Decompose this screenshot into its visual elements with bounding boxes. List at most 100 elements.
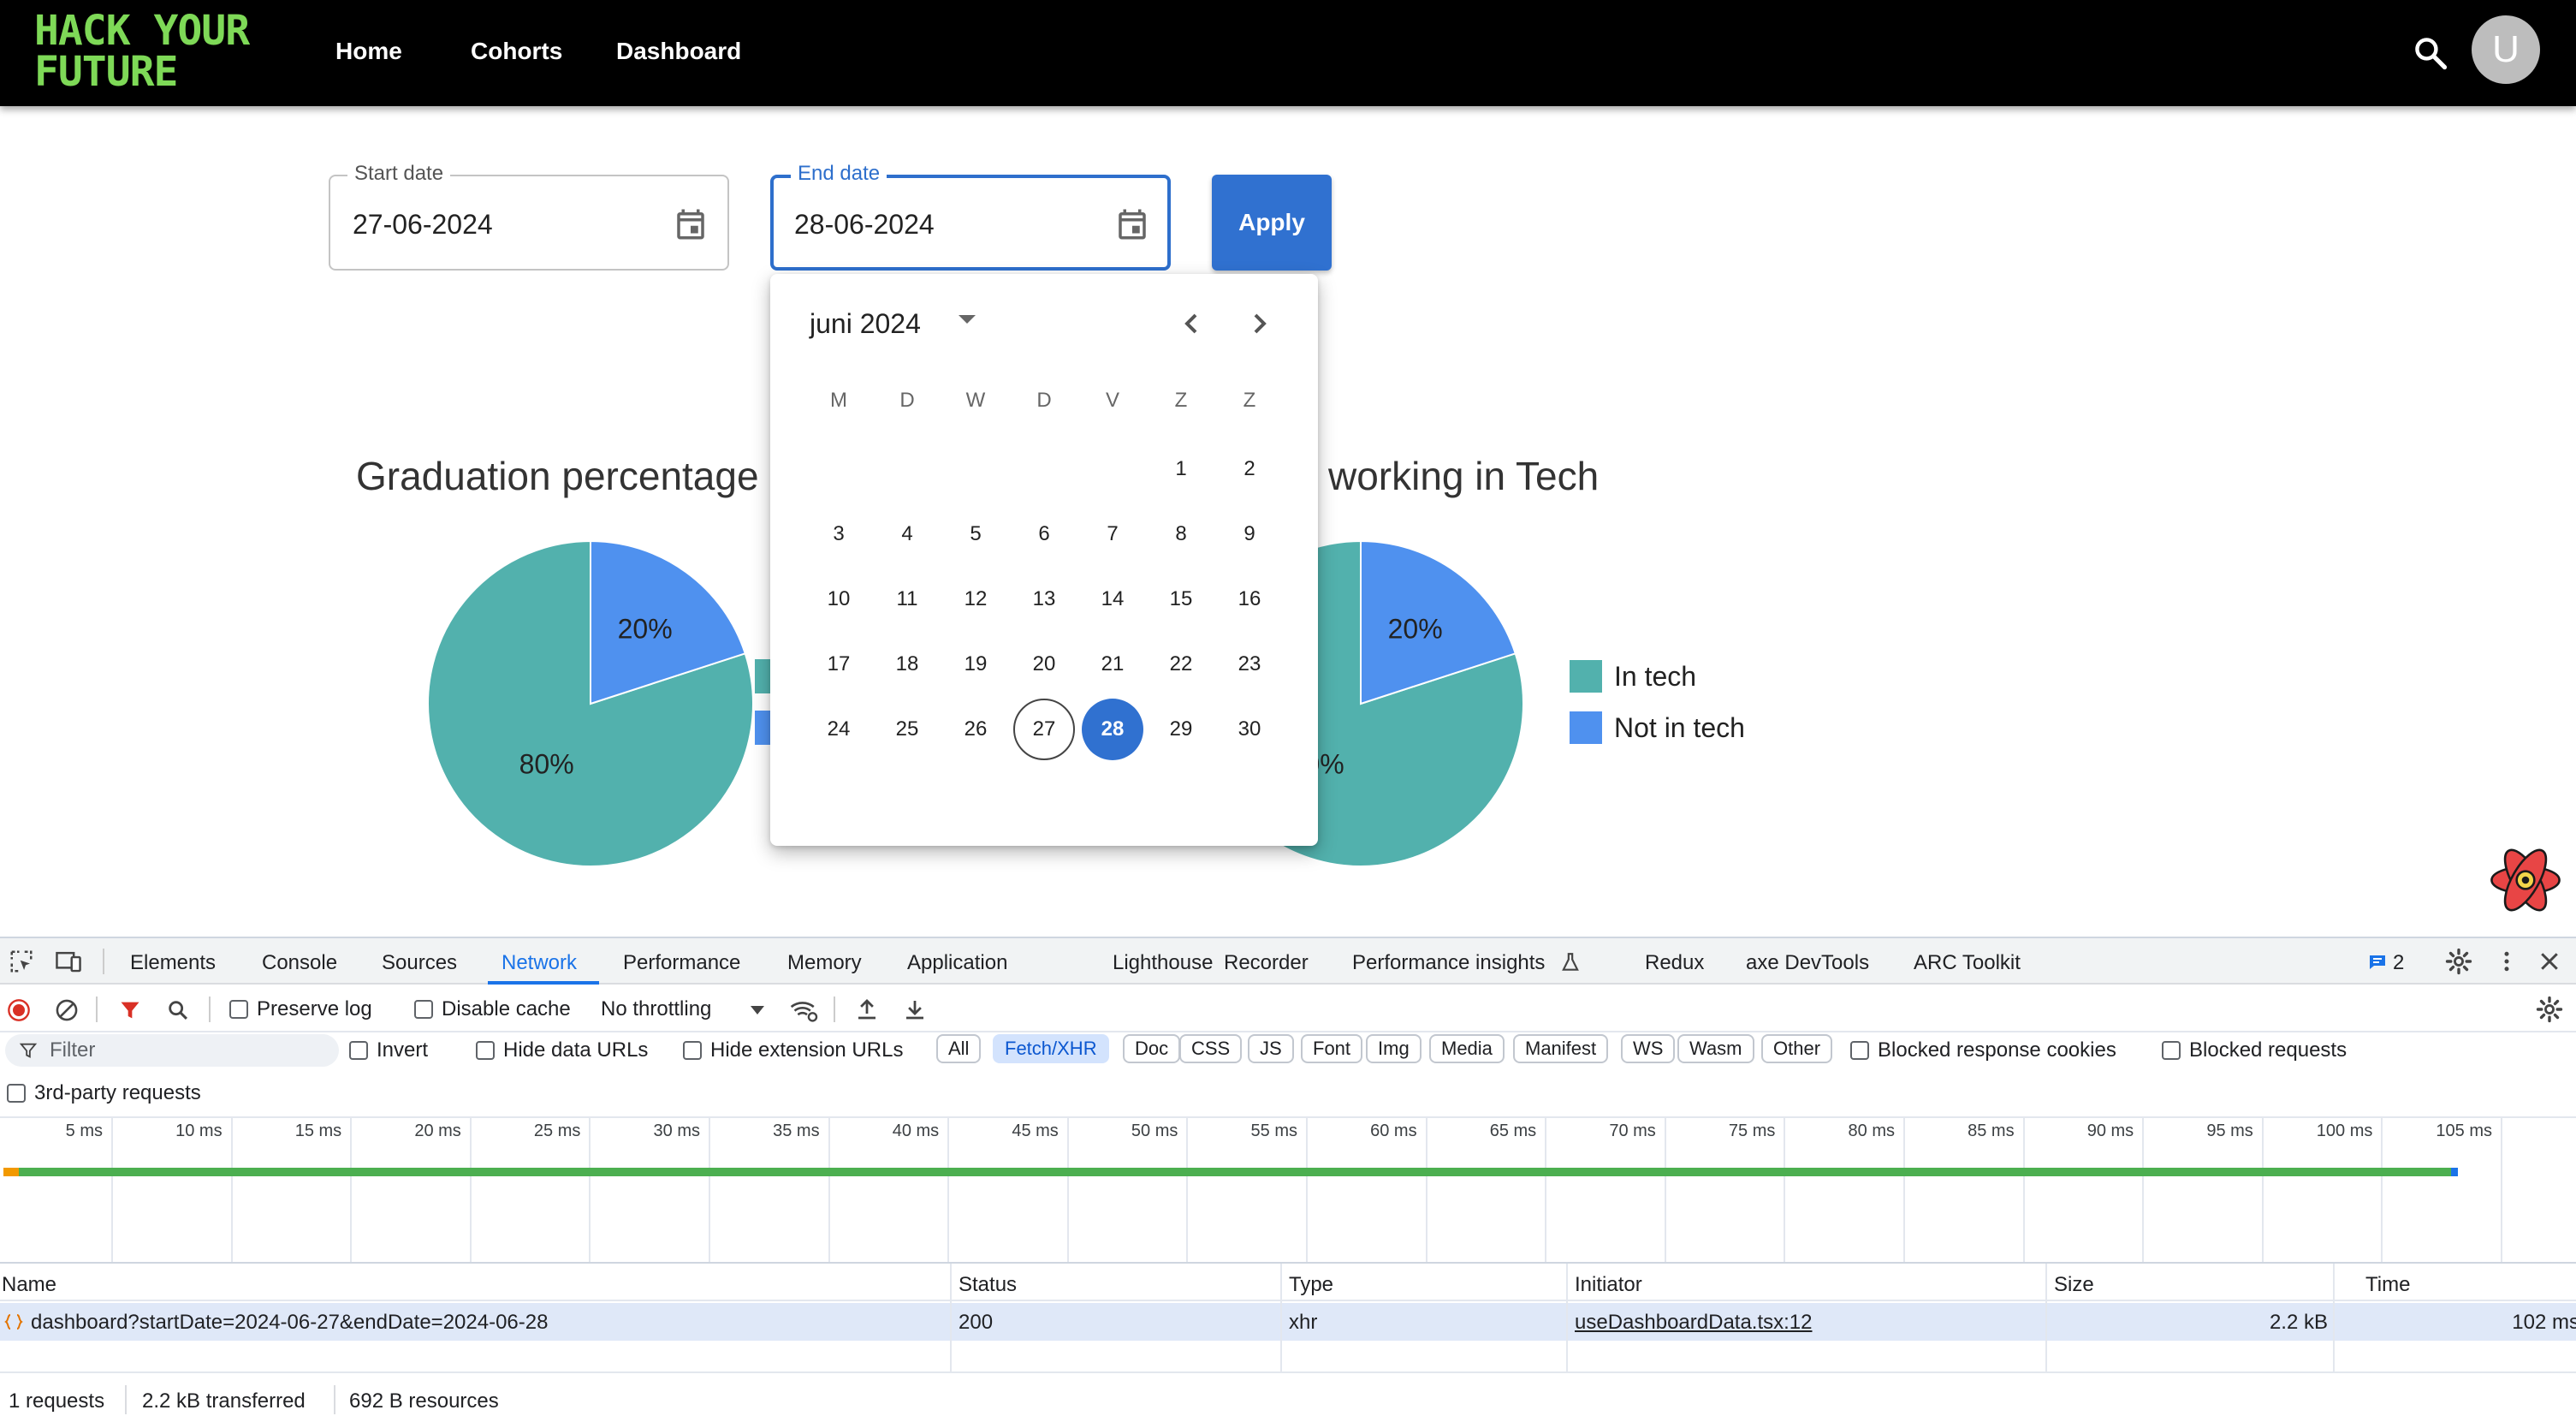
column-type[interactable]: Type — [1289, 1272, 1333, 1298]
calendar-day-selected[interactable]: 28 — [1082, 699, 1143, 760]
column-time[interactable]: Time — [2365, 1272, 2410, 1298]
column-initiator[interactable]: Initiator — [1575, 1272, 1642, 1298]
devtools-tab-performance[interactable]: Performance — [623, 950, 740, 976]
month-dropdown-icon[interactable] — [959, 315, 976, 324]
type-filter-manifest[interactable]: Manifest — [1513, 1034, 1609, 1063]
calendar-day[interactable]: 4 — [876, 503, 938, 565]
calendar-day[interactable]: 10 — [808, 568, 870, 630]
legend-item-not-in-tech[interactable]: Not in tech — [1570, 709, 1745, 747]
calendar-day[interactable]: 25 — [876, 699, 938, 760]
type-filter-img[interactable]: Img — [1366, 1034, 1422, 1063]
network-conditions-icon[interactable] — [789, 997, 818, 1024]
checkbox-box[interactable] — [229, 1000, 248, 1019]
devtools-tab-arc-toolkit[interactable]: ARC Toolkit — [1914, 950, 2021, 976]
calendar-day[interactable]: 2 — [1219, 438, 1280, 500]
inspect-element-icon[interactable] — [9, 949, 34, 974]
chevron-right-icon[interactable] — [1243, 306, 1277, 341]
filter-input[interactable]: Filter — [5, 1034, 339, 1067]
invert-checkbox[interactable]: Invert — [349, 1038, 428, 1063]
hide-data-urls-checkbox[interactable]: Hide data URLs — [476, 1038, 648, 1063]
type-filter-font[interactable]: Font — [1301, 1034, 1363, 1063]
checkbox-box[interactable] — [1850, 1041, 1869, 1060]
calendar-icon[interactable] — [673, 205, 709, 243]
type-filter-css[interactable]: CSS — [1179, 1034, 1243, 1063]
devtools-tab-elements[interactable]: Elements — [130, 950, 216, 976]
row-name[interactable]: dashboard?startDate=2024-06-27&endDate=2… — [31, 1310, 548, 1336]
calendar-day[interactable]: 12 — [945, 568, 1006, 630]
device-toolbar-icon[interactable] — [55, 949, 82, 974]
issues-count[interactable]: 2 — [2393, 950, 2404, 976]
type-filter-ws[interactable]: WS — [1621, 1034, 1676, 1063]
user-avatar[interactable]: U — [2472, 15, 2540, 84]
checkbox-box[interactable] — [2162, 1041, 2181, 1060]
checkbox-box[interactable] — [7, 1084, 26, 1103]
column-size[interactable]: Size — [2054, 1272, 2094, 1298]
type-filter-js[interactable]: JS — [1248, 1034, 1294, 1063]
devtools-tab-recorder[interactable]: Recorder — [1224, 950, 1309, 976]
issues-icon[interactable] — [2367, 952, 2388, 973]
devtools-tab-sources[interactable]: Sources — [382, 950, 457, 976]
legend-item-in-tech[interactable]: In tech — [1570, 657, 1745, 695]
calendar-day[interactable]: 9 — [1219, 503, 1280, 565]
filter-funnel-icon[interactable] — [118, 998, 142, 1022]
checkbox-box[interactable] — [476, 1041, 495, 1060]
devtools-tab-network[interactable]: Network — [502, 950, 577, 976]
nav-cohorts[interactable]: Cohorts — [471, 34, 562, 68]
calendar-day[interactable]: 5 — [945, 503, 1006, 565]
calendar-icon[interactable] — [1114, 205, 1150, 243]
more-options-icon[interactable] — [2494, 947, 2520, 976]
checkbox-box[interactable] — [683, 1041, 702, 1060]
calendar-day[interactable]: 8 — [1150, 503, 1212, 565]
devtools-tab-performance-insights[interactable]: Performance insights — [1352, 950, 1545, 976]
end-date-value[interactable]: 28-06-2024 — [794, 207, 935, 241]
calendar-day[interactable]: 1 — [1150, 438, 1212, 500]
calendar-day[interactable]: 23 — [1219, 634, 1280, 695]
type-filter-doc[interactable]: Doc — [1123, 1034, 1181, 1063]
calendar-day[interactable]: 24 — [808, 699, 870, 760]
blocked-response-cookies-checkbox[interactable]: Blocked response cookies — [1850, 1038, 2116, 1063]
disable-cache-checkbox[interactable]: Disable cache — [414, 997, 571, 1022]
calendar-day[interactable]: 26 — [945, 699, 1006, 760]
table-row[interactable]: dashboard?startDate=2024-06-27&endDate=2… — [0, 1303, 2576, 1341]
type-filter-wasm[interactable]: Wasm — [1677, 1034, 1754, 1063]
calendar-day[interactable]: 19 — [945, 634, 1006, 695]
devtools-tab-axe-devtools[interactable]: axe DevTools — [1746, 950, 1869, 976]
checkbox-box[interactable] — [414, 1000, 433, 1019]
calendar-day[interactable]: 3 — [808, 503, 870, 565]
calendar-day[interactable]: 14 — [1082, 568, 1143, 630]
devtools-tab-application[interactable]: Application — [907, 950, 1007, 976]
settings-gear-icon[interactable] — [2444, 947, 2473, 976]
calendar-day[interactable]: 6 — [1013, 503, 1075, 565]
preserve-log-checkbox[interactable]: Preserve log — [229, 997, 372, 1022]
end-date-field[interactable]: End date 28-06-2024 — [770, 161, 1171, 271]
calendar-day[interactable]: 30 — [1219, 699, 1280, 760]
calendar-day[interactable]: 13 — [1013, 568, 1075, 630]
timeline-overview[interactable]: 5 ms 10 ms 15 ms 20 ms 25 ms 30 ms 35 ms 40 ms 4… — [0, 1118, 2576, 1262]
column-status[interactable]: Status — [959, 1272, 1017, 1298]
calendar-day[interactable]: 29 — [1150, 699, 1212, 760]
hide-extension-urls-checkbox[interactable]: Hide extension URLs — [683, 1038, 903, 1063]
search-icon[interactable] — [166, 998, 190, 1022]
throttling-select[interactable]: No throttling — [601, 997, 711, 1022]
chevron-left-icon[interactable] — [1174, 306, 1208, 341]
calendar-day[interactable]: 22 — [1150, 634, 1212, 695]
row-initiator-link[interactable]: useDashboardData.tsx:12 — [1575, 1310, 1813, 1336]
devtools-tab-console[interactable]: Console — [262, 950, 337, 976]
calendar-day[interactable]: 18 — [876, 634, 938, 695]
nav-dashboard[interactable]: Dashboard — [616, 34, 741, 68]
upload-icon[interactable] — [854, 997, 880, 1022]
type-filter-all[interactable]: All — [936, 1034, 982, 1063]
search-icon[interactable] — [2412, 34, 2449, 72]
calendar-day[interactable]: 17 — [808, 634, 870, 695]
calendar-day[interactable]: 7 — [1082, 503, 1143, 565]
react-devtools-icon[interactable] — [2489, 846, 2562, 914]
calendar-day[interactable]: 20 — [1013, 634, 1075, 695]
start-date-value[interactable]: 27-06-2024 — [353, 207, 493, 241]
type-filter-fetch-xhr[interactable]: Fetch/XHR — [993, 1034, 1109, 1063]
nav-home[interactable]: Home — [335, 34, 402, 68]
logo[interactable]: HACK YOUR FUTURE — [34, 10, 250, 92]
calendar-day[interactable]: 16 — [1219, 568, 1280, 630]
close-devtools-icon[interactable] — [2537, 949, 2562, 974]
chevron-down-icon[interactable] — [750, 1005, 765, 1015]
apply-button[interactable]: Apply — [1212, 175, 1332, 271]
